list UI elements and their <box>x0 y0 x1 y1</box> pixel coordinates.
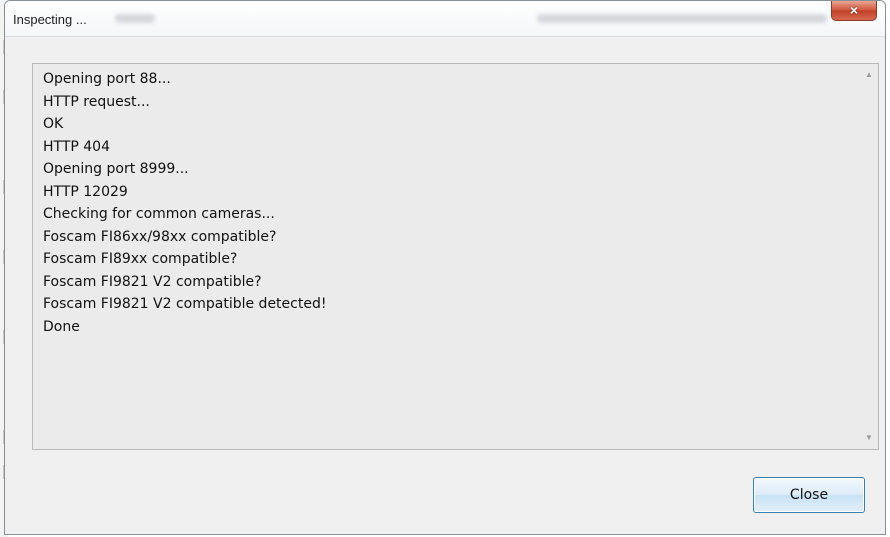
log-line: Opening port 88... <box>43 71 171 87</box>
inspecting-dialog: Inspecting ... × Opening port 88... HTTP … <box>4 0 886 535</box>
log-line: Foscam FI89xx compatible? <box>43 251 238 267</box>
log-line: HTTP request... <box>43 93 150 110</box>
blurred-background-text <box>537 14 827 23</box>
log-line: Foscam FI9821 V2 compatible? <box>43 273 262 290</box>
log-line: Done <box>43 318 80 335</box>
log-scrollbar[interactable]: ▲ ▼ <box>860 64 878 449</box>
log-line: Foscam FI86xx/98xx compatible? <box>43 228 277 245</box>
scroll-up-icon[interactable]: ▲ <box>860 66 878 84</box>
log-line: Checking for common cameras... <box>43 206 275 222</box>
inspection-log[interactable]: Opening port 88... HTTP request... OK HTTP … <box>32 63 879 450</box>
close-button[interactable]: Close <box>753 477 865 513</box>
log-lines: Opening port 88... HTTP request... OK HTTP … <box>43 68 848 338</box>
log-line: OK <box>43 116 64 132</box>
title-bar[interactable]: Inspecting ... × <box>5 1 885 37</box>
blurred-title-text <box>115 14 155 23</box>
log-line: Opening port 8999... <box>43 161 189 177</box>
dialog-title: Inspecting ... <box>13 12 87 27</box>
window-close-icon[interactable]: × <box>831 1 877 21</box>
log-line: HTTP 404 <box>43 138 110 155</box>
log-line: HTTP 12029 <box>43 183 128 200</box>
scroll-down-icon[interactable]: ▼ <box>860 429 878 447</box>
log-line: Foscam FI9821 V2 compatible detected! <box>43 296 327 312</box>
